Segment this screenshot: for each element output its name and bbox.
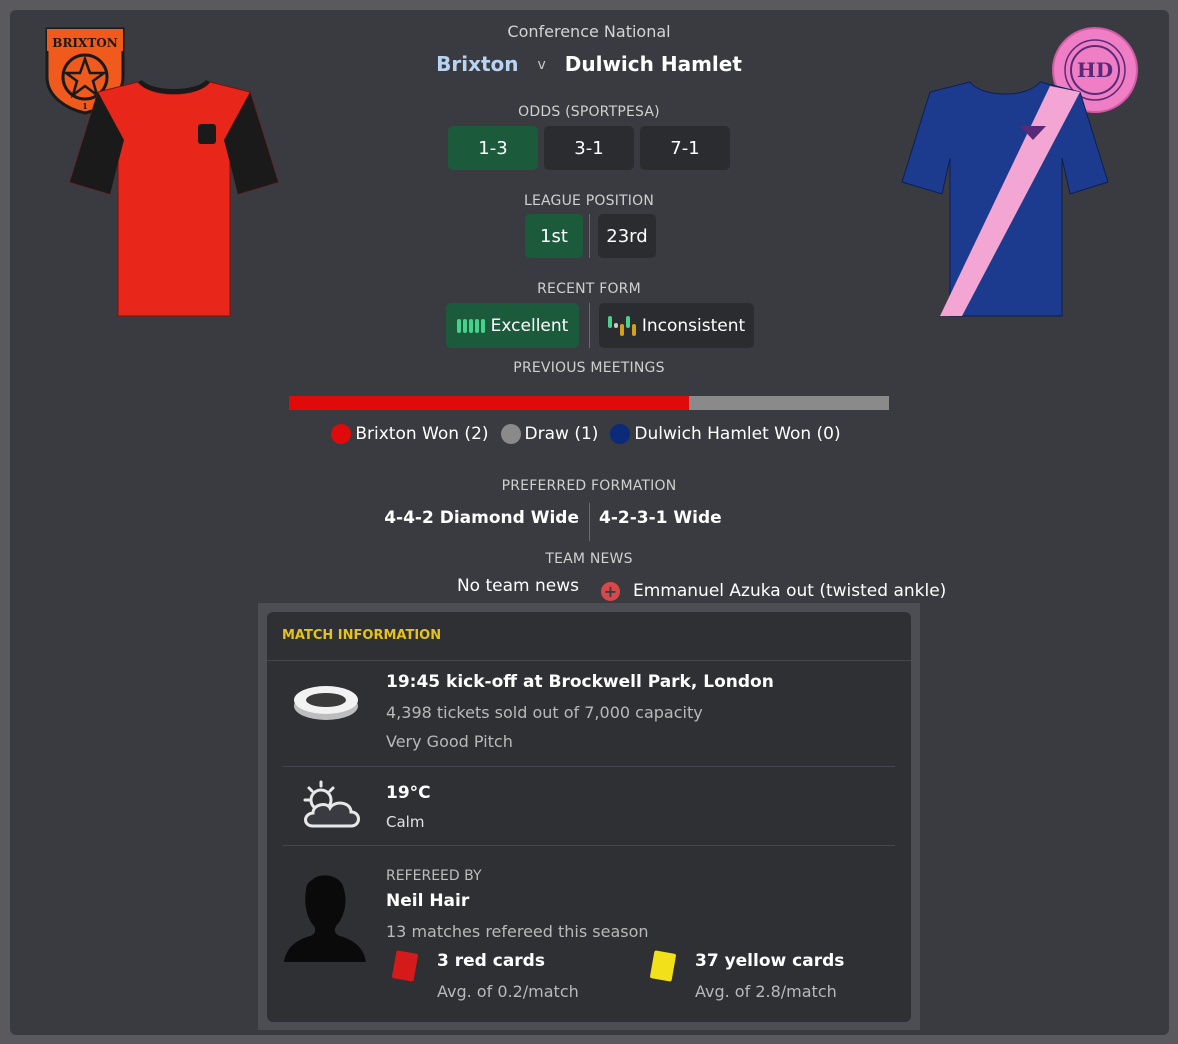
- match-info-title: MATCH INFORMATION: [282, 628, 442, 643]
- injury-icon: +: [601, 582, 620, 601]
- stadium-icon: [294, 686, 358, 720]
- home-form-text: Excellent: [490, 315, 569, 336]
- legend-home: Brixton Won (2): [331, 424, 489, 444]
- fixture-title: Brixton v Dulwich Hamlet: [0, 52, 1178, 76]
- away-formation[interactable]: 4-2-3-1 Wide: [599, 508, 899, 528]
- odds-home[interactable]: 1-3: [448, 126, 538, 170]
- legend-draw: Draw (1): [500, 424, 599, 444]
- red-cards-average: Avg. of 0.2/match: [437, 982, 579, 1001]
- home-form-icon: [456, 318, 485, 333]
- away-dot-icon: [610, 424, 631, 444]
- yellow-cards-count: 37 yellow cards: [695, 951, 845, 971]
- legend-away: Dulwich Hamlet Won (0): [610, 424, 841, 444]
- home-team-name[interactable]: Brixton: [436, 52, 518, 76]
- legend-draw-label: Draw (1): [524, 424, 599, 444]
- previous-meetings-label: PREVIOUS MEETINGS: [513, 360, 665, 376]
- home-team-news: No team news: [456, 576, 579, 596]
- away-league-position[interactable]: 23rd: [598, 214, 656, 258]
- formation-divider: [589, 503, 590, 541]
- team-news-label: TEAM NEWS: [545, 551, 633, 567]
- away-team-news[interactable]: Emmanuel Azuka out (twisted ankle): [633, 581, 953, 601]
- recent-form-label: RECENT FORM: [537, 281, 641, 297]
- position-divider: [589, 214, 590, 258]
- referee-name[interactable]: Neil Hair: [386, 891, 469, 911]
- yellow-cards-average: Avg. of 2.8/match: [695, 982, 837, 1001]
- venue-headline[interactable]: 19:45 kick-off at Brockwell Park, London: [386, 672, 774, 692]
- legend-away-label: Dulwich Hamlet Won (0): [634, 424, 841, 444]
- venue-separator: [283, 766, 895, 767]
- referee-label: REFEREED BY: [386, 868, 482, 884]
- weather-temperature: 19°C: [386, 783, 431, 803]
- legend-home-label: Brixton Won (2): [355, 424, 489, 444]
- yellow-card-icon: [649, 950, 677, 982]
- weather-wind: Calm: [386, 813, 425, 831]
- odds-away[interactable]: 7-1: [640, 126, 730, 170]
- referee-avatar[interactable]: [284, 872, 366, 962]
- competition-name[interactable]: Conference National: [0, 22, 1178, 41]
- draw-dot-icon: [500, 424, 521, 444]
- league-position-label: LEAGUE POSITION: [523, 193, 655, 209]
- home-dot-icon: [331, 424, 352, 444]
- weather-separator: [283, 845, 895, 846]
- meetings-legend: Brixton Won (2) Draw (1) Dulwich Hamlet …: [0, 424, 1178, 444]
- referee-matches: 13 matches refereed this season: [386, 922, 649, 941]
- form-divider: [589, 303, 590, 348]
- home-formation[interactable]: 4-4-2 Diamond Wide: [300, 508, 579, 528]
- venue-pitch: Very Good Pitch: [386, 732, 513, 751]
- match-info-header: MATCH INFORMATION: [267, 612, 911, 661]
- venue-tickets: 4,398 tickets sold out of 7,000 capacity: [386, 703, 703, 722]
- meetings-home-share: [289, 396, 689, 410]
- home-recent-form[interactable]: Excellent: [446, 303, 579, 348]
- red-cards-count: 3 red cards: [437, 951, 545, 971]
- away-team-name[interactable]: Dulwich Hamlet: [565, 52, 742, 76]
- odds-label: ODDS (SPORTPESA): [518, 104, 660, 120]
- match-information-card: MATCH INFORMATION 19:45 kick-off at Broc…: [267, 612, 911, 1022]
- preferred-formation-label: PREFERRED FORMATION: [501, 478, 677, 494]
- versus-label: v: [537, 57, 546, 73]
- away-form-text: Inconsistent: [641, 315, 746, 336]
- red-card-icon: [391, 950, 419, 982]
- cloud-sun-icon: [303, 780, 360, 828]
- away-recent-form[interactable]: Inconsistent: [599, 303, 754, 348]
- odds-draw[interactable]: 3-1: [544, 126, 634, 170]
- home-league-position[interactable]: 1st: [525, 214, 583, 258]
- previous-meetings-bar[interactable]: [289, 396, 889, 410]
- away-form-icon: [607, 315, 636, 336]
